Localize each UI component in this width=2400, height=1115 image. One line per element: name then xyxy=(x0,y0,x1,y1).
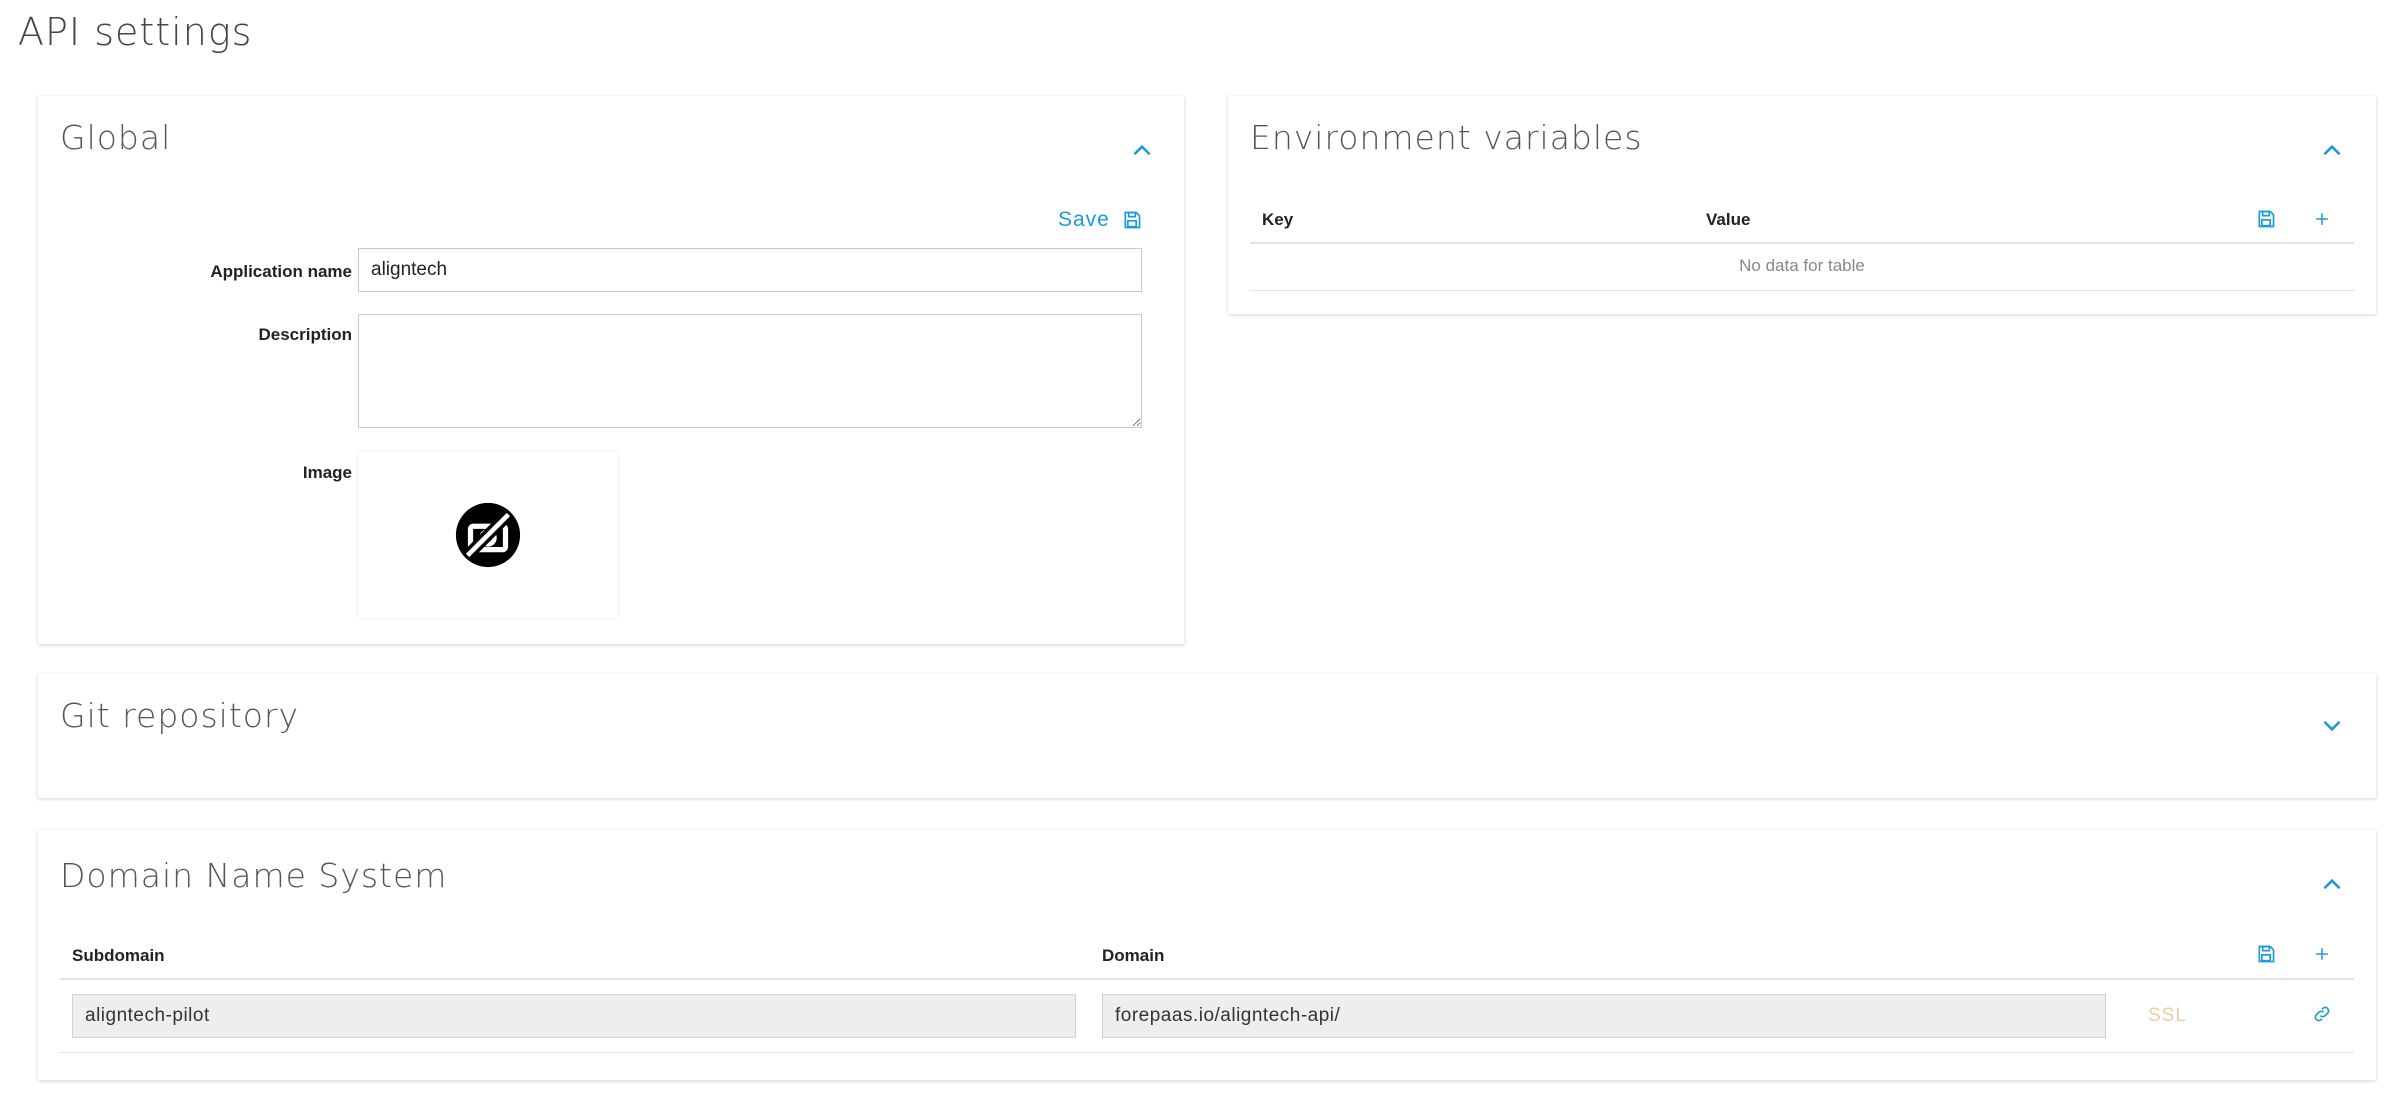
chevron-up-icon xyxy=(1133,144,1151,156)
global-card-title: Global xyxy=(60,118,172,157)
application-name-label: Application name xyxy=(210,262,352,281)
plus-icon xyxy=(2316,213,2328,225)
domain-input[interactable]: forepaas.io/aligntech-api/ xyxy=(1102,994,2106,1038)
open-link-button[interactable] xyxy=(2312,1004,2332,1024)
description-label: Description xyxy=(258,325,352,344)
collapse-global-button[interactable] xyxy=(1129,138,1155,164)
env-bottom-divider xyxy=(1250,290,2354,291)
dns-title: Domain Name System xyxy=(60,856,448,895)
env-variables-card: Environment variables Key Value No data … xyxy=(1228,96,2376,314)
save-label: Save xyxy=(1058,208,1110,231)
dns-bottom-divider xyxy=(60,1052,2354,1053)
env-column-value: Value xyxy=(1706,210,1751,229)
floppy-disk-icon xyxy=(2258,945,2275,963)
dns-column-subdomain: Subdomain xyxy=(72,946,165,965)
subdomain-input[interactable]: aligntech-pilot xyxy=(72,994,1076,1038)
floppy-disk-icon xyxy=(1124,211,1141,229)
application-name-input[interactable] xyxy=(358,248,1142,292)
git-repository-card: Git repository xyxy=(38,674,2376,798)
env-add-button[interactable] xyxy=(2312,209,2332,229)
dns-save-button[interactable] xyxy=(2256,944,2276,964)
image-label: Image xyxy=(302,463,352,482)
image-upload-box[interactable] xyxy=(358,452,618,618)
no-image-icon xyxy=(455,502,521,568)
env-column-key: Key xyxy=(1262,210,1294,229)
global-save-button[interactable]: Save xyxy=(1058,208,1142,232)
link-icon xyxy=(2314,1006,2330,1022)
dns-column-domain: Domain xyxy=(1102,946,1165,965)
collapse-dns-button[interactable] xyxy=(2319,872,2345,898)
dns-add-button[interactable] xyxy=(2312,944,2332,964)
env-variables-title: Environment variables xyxy=(1250,118,1643,157)
dns-header-divider xyxy=(60,978,2354,980)
chevron-up-icon xyxy=(2323,144,2341,156)
expand-git-button[interactable] xyxy=(2319,712,2345,738)
git-repository-title: Git repository xyxy=(60,696,300,735)
env-header-divider xyxy=(1250,242,2354,244)
ssl-toggle[interactable]: SSL xyxy=(2148,1005,2187,1027)
page-title: API settings xyxy=(18,10,253,54)
collapse-env-button[interactable] xyxy=(2319,138,2345,164)
chevron-down-icon xyxy=(2323,720,2341,732)
chevron-up-icon xyxy=(2323,878,2341,890)
env-empty-message: No data for table xyxy=(1739,256,1865,275)
description-input[interactable] xyxy=(358,314,1142,428)
dns-card: Domain Name System Subdomain Domain alig… xyxy=(38,830,2376,1080)
floppy-disk-icon xyxy=(2258,210,2275,228)
env-save-button[interactable] xyxy=(2256,209,2276,229)
plus-icon xyxy=(2316,948,2328,960)
global-card: Global Save Application name Description… xyxy=(38,96,1184,644)
